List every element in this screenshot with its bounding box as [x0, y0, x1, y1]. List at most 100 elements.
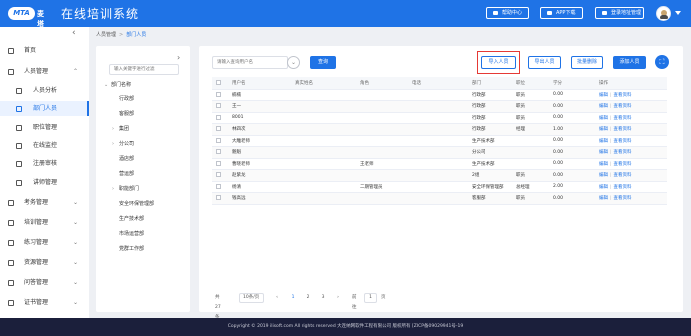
import-personnel-button[interactable]: 导入人员 — [481, 56, 516, 69]
edit-link[interactable]: 编辑 — [599, 127, 608, 132]
tree-node-label: 职能部门 — [119, 186, 140, 192]
tree-node[interactable]: 市场运营部 — [112, 229, 144, 240]
tree-node[interactable]: 客服部 — [112, 109, 134, 120]
view-profile-link[interactable]: 查看资料 — [614, 150, 632, 155]
practice-icon — [8, 240, 14, 246]
cell-username: 8001 — [228, 112, 291, 124]
row-checkbox[interactable] — [216, 91, 221, 97]
sidebar-item-home[interactable]: 首页 — [0, 43, 89, 58]
teacher-icon — [16, 180, 22, 186]
row-checkbox[interactable] — [216, 126, 221, 132]
sidebar-item-teacher[interactable]: 讲师管理 — [0, 175, 89, 190]
sidebar-item-training[interactable]: 培训管理 ⌄ — [0, 215, 89, 230]
sidebar-item-label: 部门人员 — [33, 105, 58, 112]
tree-node[interactable]: ⌄ 部门名称 — [104, 80, 131, 91]
prev-page-button[interactable]: ‹ — [273, 293, 281, 303]
cell-role — [356, 112, 408, 124]
tree-node[interactable]: 党群工作部 — [112, 244, 144, 255]
app-download-button[interactable]: APP下载 — [540, 7, 583, 19]
logo[interactable]: MTA 麦塔 — [8, 7, 48, 28]
edit-link[interactable]: 编辑 — [599, 173, 608, 178]
row-checkbox[interactable] — [216, 103, 221, 109]
action-separator: | — [610, 138, 612, 144]
edit-link[interactable]: 编辑 — [599, 185, 608, 190]
cell-position: 职员 — [512, 89, 549, 101]
page-size-select[interactable]: 10条/页 — [239, 293, 264, 303]
avatar[interactable] — [656, 6, 671, 21]
collapse-tree-icon[interactable]: › — [177, 54, 180, 62]
cell-dept: 行政部 — [468, 89, 512, 101]
view-profile-link[interactable]: 查看资料 — [614, 196, 632, 201]
tree-node[interactable]: › 集团 — [112, 124, 129, 135]
sidebar-item-personnel[interactable]: 人员管理 ⌃ — [0, 64, 89, 79]
row-checkbox[interactable] — [216, 137, 221, 143]
cell-credit: 2.00 — [549, 181, 595, 193]
login-address-button[interactable]: 登录地址管理 — [595, 7, 644, 19]
view-profile-link[interactable]: 查看资料 — [614, 104, 632, 109]
add-personnel-button[interactable]: 添加人员 — [613, 56, 646, 69]
tree-node[interactable]: 营运部 — [112, 169, 134, 180]
view-profile-link[interactable]: 查看资料 — [614, 185, 632, 190]
table-row: 杨清 二期管理员 安全环保管理部 总经理 2.00 编辑 | 查看资料 — [212, 181, 667, 193]
sidebar-item-qa[interactable]: 问答管理 ⌄ — [0, 275, 89, 290]
tree-node[interactable]: 行政部 — [112, 94, 134, 105]
sidebar-item-monitor[interactable]: 在线监控 — [0, 138, 89, 153]
row-checkbox[interactable] — [216, 183, 221, 189]
row-checkbox[interactable] — [216, 149, 221, 155]
tree-node[interactable]: 酒店部 — [112, 154, 134, 165]
action-separator: | — [610, 161, 612, 167]
row-checkbox[interactable] — [216, 195, 221, 201]
view-profile-link[interactable]: 查看资料 — [614, 116, 632, 121]
batch-delete-button[interactable]: 批量删除 — [571, 56, 603, 69]
view-profile-link[interactable]: 查看资料 — [614, 173, 632, 178]
collapse-sidebar-icon[interactable]: ‹ — [72, 29, 76, 38]
view-profile-link[interactable]: 查看资料 — [614, 139, 632, 144]
sidebar-item-certificate[interactable]: 证书管理 ⌄ — [0, 295, 89, 310]
chevron-right-icon[interactable]: › — [112, 184, 119, 195]
query-button[interactable]: 查询 — [310, 56, 336, 69]
goto-page-input[interactable]: 1 — [364, 293, 377, 303]
tree-node[interactable]: › 分公司 — [112, 139, 134, 150]
tree-filter-input[interactable] — [109, 64, 179, 75]
view-profile-link[interactable]: 查看资料 — [614, 93, 632, 98]
edit-link[interactable]: 编辑 — [599, 162, 608, 167]
help-center-button[interactable]: 帮助中心 — [486, 7, 529, 19]
tree-node[interactable]: › 职能部门 — [112, 184, 139, 195]
search-input[interactable] — [212, 56, 288, 69]
edit-link[interactable]: 编辑 — [599, 139, 608, 144]
chevron-right-icon[interactable]: › — [112, 139, 119, 150]
row-checkbox[interactable] — [216, 172, 221, 178]
select-all-checkbox[interactable] — [216, 79, 221, 85]
sidebar-item-practice[interactable]: 练习管理 ⌄ — [0, 235, 89, 250]
export-personnel-button[interactable]: 导出人员 — [528, 56, 561, 69]
sidebar-item-registration-audit[interactable]: 注册审核 — [0, 156, 89, 171]
edit-link[interactable]: 编辑 — [599, 93, 608, 98]
page-number[interactable]: 1 — [289, 293, 297, 303]
sidebar-item-position[interactable]: 职位管理 — [0, 120, 89, 135]
edit-link[interactable]: 编辑 — [599, 150, 608, 155]
sidebar-item-dept-personnel[interactable]: 部门人员 — [0, 101, 89, 116]
breadcrumb-parent[interactable]: 人员管理 — [96, 32, 116, 38]
edit-link[interactable]: 编辑 — [599, 196, 608, 201]
cell-dept: 2组 — [468, 169, 512, 182]
next-page-button[interactable]: › — [334, 293, 342, 303]
chevron-right-icon[interactable]: › — [112, 124, 119, 135]
edit-link[interactable]: 编辑 — [599, 104, 608, 109]
page-number[interactable]: 3 — [319, 293, 327, 303]
sidebar-item-personnel-analysis[interactable]: 人员分析 — [0, 83, 89, 98]
sidebar-item-resource[interactable]: 资源管理 ⌄ — [0, 255, 89, 270]
sidebar-item-exam[interactable]: 考务管理 ⌄ — [0, 195, 89, 210]
fullscreen-icon[interactable]: ⛶ — [655, 55, 669, 69]
tree-node[interactable]: 生产技术部 — [112, 214, 144, 225]
row-checkbox[interactable] — [216, 114, 221, 120]
chevron-down-icon[interactable]: ⌄ — [104, 80, 111, 91]
edit-link[interactable]: 编辑 — [599, 116, 608, 121]
view-profile-link[interactable]: 查看资料 — [614, 127, 632, 132]
sidebar-item-label: 职位管理 — [33, 124, 58, 131]
filter-toggle-button[interactable]: ⌄ — [287, 56, 300, 69]
chevron-down-icon[interactable] — [675, 11, 681, 15]
view-profile-link[interactable]: 查看资料 — [614, 162, 632, 167]
row-checkbox[interactable] — [216, 160, 221, 166]
tree-node[interactable]: 安全环保管理部 — [112, 199, 154, 210]
page-number[interactable]: 2 — [304, 293, 312, 303]
